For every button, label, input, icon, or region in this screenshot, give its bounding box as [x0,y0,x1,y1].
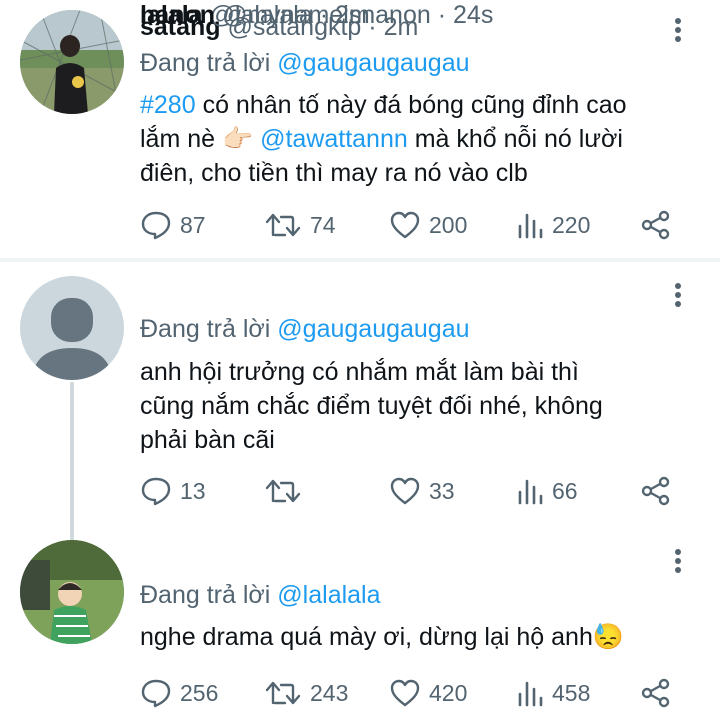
reply-count: 87 [180,211,206,238]
like-button[interactable]: 420 [389,676,467,710]
reply-count: 256 [180,679,219,706]
retweet-icon [265,479,301,503]
replying-mention[interactable]: @gaugaugaugau [277,315,469,343]
more-vertical-icon[interactable] [666,15,690,45]
heart-icon [390,679,420,707]
pointing-right-emoji: 👉🏻 [221,125,254,153]
avatar-photo [20,540,124,644]
retweet-icon [265,681,301,705]
avatar-photo [20,10,124,114]
tweet-text: anh hội trưởng có nhắm mắt làm bài thì c… [140,355,700,457]
sweat-emoji: 😓 [592,623,624,651]
view-count: 458 [552,679,591,706]
share-button[interactable] [640,208,672,242]
reply-button[interactable]: 256 [140,676,218,710]
retweet-button[interactable] [264,474,310,508]
retweet-count: 74 [310,211,336,238]
reply-icon [141,679,171,708]
replying-to: Đang trả lời @gaugaugaugau [140,48,470,78]
share-button[interactable] [640,676,672,710]
tweet-actions: 13 33 66 [140,474,680,508]
like-count: 33 [429,477,455,504]
thread-connector [70,382,74,542]
share-icon [641,678,670,708]
tweet-text: #280 có nhân tố này đá bóng cũng đỉnh ca… [140,88,700,190]
avatar[interactable] [20,276,124,380]
avatar[interactable] [20,540,124,644]
reply-icon [141,211,171,240]
tweet-line: phải bàn cãi [140,426,275,454]
replying-label: Đang trả lời [140,581,271,609]
avatar[interactable] [20,10,124,114]
replying-label: Đang trả lời [140,315,271,343]
share-icon [641,210,670,240]
views-icon [518,213,543,239]
tweet-line: lắm nè 👉🏻 @tawattannn mà khổ nỗi nó lười [140,122,700,156]
reply-icon [141,477,171,506]
view-count: 220 [552,211,591,238]
tweet-actions: 87 74 200 220 [140,208,680,242]
retweet-button[interactable]: 243 [264,676,348,710]
retweet-icon [265,213,301,237]
tweet-actions: 256 243 420 458 [140,676,680,710]
views-button[interactable]: 458 [516,676,590,710]
reply-button[interactable]: 87 [140,208,206,242]
views-button[interactable]: 66 [516,474,578,508]
display-name[interactable]: nanon [140,1,215,29]
retweet-button[interactable]: 74 [264,208,336,242]
replying-to: Đang trả lời @lalalala [140,580,381,610]
tweet-line: điên, cho tiền thì may ra nó vào clb [140,159,528,187]
replying-mention[interactable]: @gaugaugaugau [277,49,469,77]
replying-label: Đang trả lời [140,49,271,77]
like-count: 420 [429,679,468,706]
mention-link[interactable]: @tawattannn [260,125,408,153]
hashtag-link[interactable]: #280 [140,91,196,119]
heart-icon [390,211,420,239]
tweet-line: #280 có nhân tố này đá bóng cũng đỉnh ca… [140,91,627,119]
view-count: 66 [552,477,578,504]
tweet-satang[interactable]: satang @satangktp · 2m Đang trả lời @gau… [0,0,720,260]
share-icon [641,476,670,506]
default-avatar-icon [20,276,124,380]
timestamp[interactable]: 24s [453,1,493,29]
views-button[interactable]: 220 [516,208,590,242]
separator: · [437,1,447,29]
tweet-text: nghe drama quá mày ơi, dừng lại hộ anh😓 [140,620,700,654]
views-icon [518,479,543,505]
tweet-header: nanon @mynameisnanon · 24s [140,0,493,30]
views-icon [518,681,543,707]
tweet-line: anh hội trưởng có nhắm mắt làm bài thì [140,358,579,386]
share-button[interactable] [640,474,672,508]
like-count: 200 [429,211,468,238]
tweet-line: nghe drama quá mày ơi, dừng lại hộ anh😓 [140,620,700,654]
like-button[interactable]: 200 [389,208,467,242]
retweet-count: 243 [310,679,349,706]
heart-icon [390,477,420,505]
replying-mention[interactable]: @lalalala [277,581,380,609]
tweet-line: cũng nắm chắc điểm tuyệt đối nhé, không [140,392,603,420]
user-handle[interactable]: @mynameisnanon [222,1,431,29]
like-button[interactable]: 33 [389,474,455,508]
replying-to: Đang trả lời @gaugaugaugau [140,314,470,344]
reply-button[interactable]: 13 [140,474,206,508]
reply-count: 13 [180,477,206,504]
more-vertical-icon[interactable] [666,546,690,576]
more-vertical-icon[interactable] [666,280,690,310]
